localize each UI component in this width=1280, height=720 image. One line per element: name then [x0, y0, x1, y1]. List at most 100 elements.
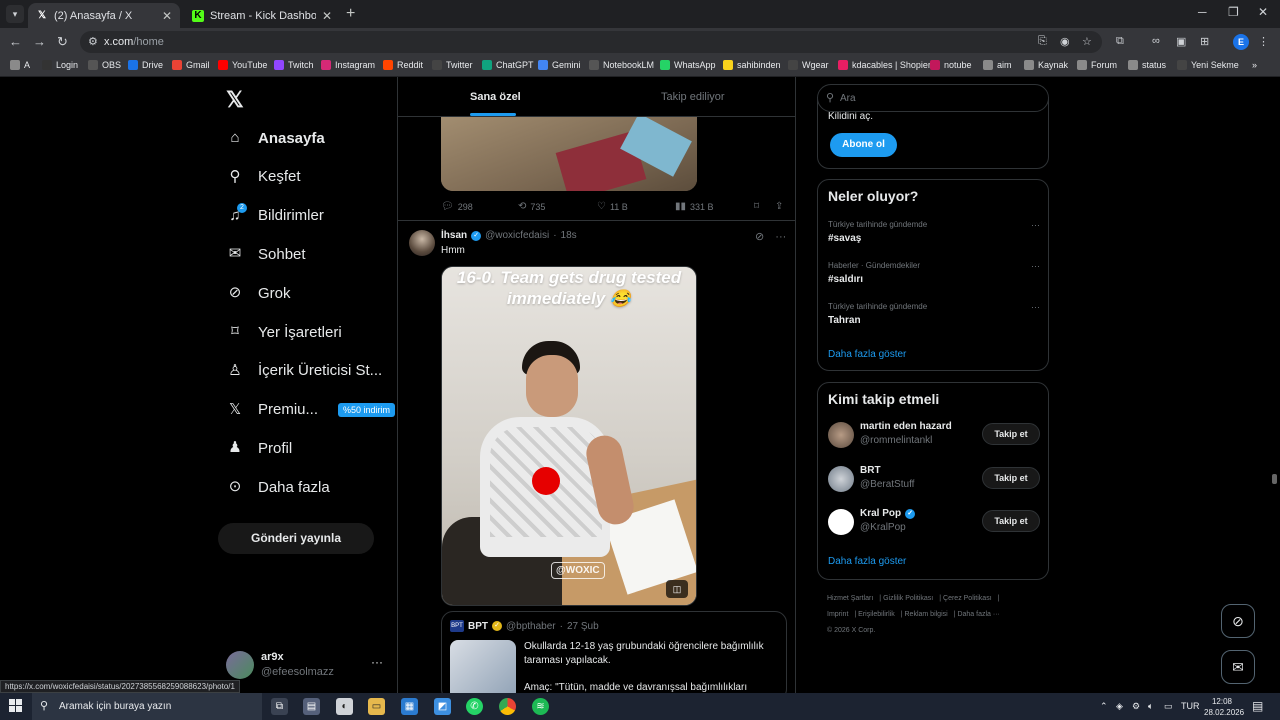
follow-suggestion[interactable]: Kral Pop ✓ @KralPop Takip et [828, 508, 1040, 538]
nav-item-10[interactable]: ⊙ Daha fazla [226, 475, 330, 499]
tray-app-icon[interactable]: ⚙ [1132, 701, 1140, 712]
extensions-icon[interactable]: ⧉ [1116, 35, 1124, 48]
chrome-icon[interactable] [499, 698, 516, 715]
tweet-author-handle[interactable]: @woxicfedaisi [485, 230, 549, 241]
notifications-icon[interactable]: ▤ [1252, 699, 1263, 713]
taskbar-search[interactable]: ⚲ Aramak için buraya yazın [32, 693, 262, 720]
views-button[interactable]: ▮▮ 331 B [675, 201, 714, 212]
post-button[interactable]: Gönderi yayınla [218, 523, 374, 554]
bookmark-item[interactable]: Gmail [172, 60, 210, 70]
follow-button[interactable]: Takip et [982, 466, 1040, 489]
app-icon[interactable]: ▤ [303, 698, 320, 715]
nav-item-2[interactable]: ⚲ Keşfet [226, 165, 301, 189]
tweet-author-name[interactable]: İhsan [441, 230, 467, 241]
footer-link[interactable]: Reklam bilgisi [905, 611, 948, 618]
bookmark-item[interactable]: WhatsApp [660, 60, 716, 70]
tab-for-you[interactable]: Sana özel [470, 91, 521, 103]
bookmark-item[interactable]: Drive [128, 60, 163, 70]
bookmark-item[interactable]: Gemini [538, 60, 581, 70]
spotify-icon[interactable]: ≋ [532, 698, 549, 715]
nav-item-5[interactable]: ⊘ Grok [226, 281, 291, 305]
nav-item-1[interactable]: ⌂ Anasayfa [226, 126, 324, 150]
share-button[interactable]: ⇪ [775, 201, 783, 212]
bookmark-item[interactable]: Yeni Sekme [1177, 60, 1239, 70]
bookmark-item[interactable]: notube [930, 60, 972, 70]
bookmark-item[interactable]: aim [983, 60, 1012, 70]
account-switcher[interactable]: ar9x @efeesolmazz ··· [226, 649, 386, 679]
x-logo-icon[interactable]: 𝕏 [226, 87, 244, 113]
close-window-icon[interactable]: ✕ [1258, 5, 1268, 19]
language-indicator[interactable]: TUR [1181, 701, 1200, 711]
bookmarks-overflow-icon[interactable]: » [1252, 60, 1257, 70]
tray-chevron-icon[interactable]: ⌃ [1100, 701, 1108, 712]
app-icon[interactable]: ◩ [434, 698, 451, 715]
bookmark-item[interactable]: OBS [88, 60, 121, 70]
follow-button[interactable]: Takip et [982, 510, 1040, 532]
bookmark-item[interactable]: kdacables | Shopier [838, 60, 931, 70]
tweet-time[interactable]: 18s [561, 230, 577, 241]
bookmark-item[interactable]: Twitch [274, 60, 314, 70]
repost-button[interactable]: ⟲ 735 [518, 201, 545, 212]
follow-button[interactable]: Takip et [982, 423, 1040, 445]
tracking-icon[interactable]: ◉ [1060, 35, 1070, 48]
nav-item-3[interactable]: ♫ 2 Bildirimler [226, 202, 324, 228]
link-icon[interactable]: ∞ [1152, 35, 1160, 47]
nav-item-8[interactable]: 𝕏 Premiu... %50 indirim [226, 398, 396, 422]
restore-icon[interactable]: ❐ [1228, 5, 1239, 19]
more-icon[interactable]: ··· [1031, 220, 1040, 230]
footer-link[interactable]: Imprint [827, 611, 848, 618]
minimize-icon[interactable]: ─ [1198, 5, 1207, 19]
page-scrollbar[interactable] [1272, 474, 1277, 484]
footer-link[interactable]: Erişilebilirlik [858, 611, 895, 618]
footer-link[interactable]: Daha fazla ··· [957, 611, 999, 618]
bookmark-item[interactable]: Kaynak [1024, 60, 1068, 70]
bookmark-item[interactable]: status [1128, 60, 1166, 70]
footer-link[interactable]: Hizmet Şartları [827, 595, 873, 602]
more-icon[interactable]: ··· [775, 231, 786, 243]
avatar[interactable] [409, 230, 435, 256]
footer-link[interactable]: Gizlilik Politikası [883, 595, 933, 602]
grok-icon[interactable]: ⊘ [755, 231, 764, 243]
more-icon[interactable]: ··· [371, 655, 383, 669]
menu-icon[interactable]: ⋮ [1258, 35, 1269, 48]
tab-kick-dashboard[interactable]: K Stream - Kick Dashboard ✕ [184, 3, 340, 28]
bookmark-item[interactable]: Reddit [383, 60, 423, 70]
nav-item-4[interactable]: ✉ Sohbet [226, 242, 306, 266]
more-icon[interactable]: ··· [1031, 302, 1040, 312]
tweet-photo[interactable]: 16-0. Team gets drug tested immediately … [441, 266, 697, 606]
nav-item-9[interactable]: ♟ Profil [226, 436, 292, 460]
new-tab-button[interactable]: + [346, 5, 355, 23]
tab-x-home[interactable]: 𝕏 (2) Anasayfa / X ✕ [28, 3, 180, 28]
footer-link[interactable]: Çerez Politikası [943, 595, 992, 602]
network-icon[interactable]: ▭ [1164, 701, 1173, 712]
more-icon[interactable]: ··· [1031, 261, 1040, 271]
sidepanel-icon[interactable]: ▣ [1176, 35, 1186, 48]
star-icon[interactable]: ☆ [1082, 35, 1092, 48]
trend-item[interactable]: Türkiye tarihinde gündemde #savaş ··· [828, 220, 1040, 254]
quoted-tweet[interactable]: BPT BPT ✓ @bpthaber · 27 Şub Okullarda 1… [441, 611, 787, 693]
show-more-follow-link[interactable]: Daha fazla göster [828, 556, 906, 567]
search-input[interactable]: ⚲ Ara [817, 84, 1049, 112]
tab-following[interactable]: Takip ediliyor [661, 91, 725, 103]
close-tab-icon[interactable]: ✕ [162, 9, 172, 23]
clock[interactable]: 12:08 28.02.2026 [1204, 696, 1244, 718]
tab-search-button[interactable]: ▾ [6, 5, 24, 23]
task-view-icon[interactable]: ⧉ [271, 698, 288, 715]
nav-item-7[interactable]: ♙ İçerik Üreticisi St... [226, 359, 382, 383]
install-icon[interactable]: ⎘ [1038, 35, 1047, 48]
reply-button[interactable]: 💬︎ 298 [441, 201, 473, 212]
apps-icon[interactable]: ⊞ [1200, 35, 1209, 48]
file-explorer-icon[interactable]: ▭ [368, 698, 385, 715]
volume-icon[interactable]: 🔈︎ [1148, 701, 1153, 712]
windows-start-icon[interactable] [9, 699, 23, 713]
subscribe-button[interactable]: Abone ol [830, 133, 897, 157]
bookmark-item[interactable]: Forum [1077, 60, 1117, 70]
bookmark-item[interactable]: sahibinden [723, 60, 781, 70]
bookmark-item[interactable]: YouTube [218, 60, 267, 70]
follow-suggestion[interactable]: martin eden hazard @rommelintankl Takip et [828, 421, 1040, 451]
address-bar[interactable]: ⚙ x.com/home ⎘ ◉ ☆ [80, 31, 1102, 53]
show-more-trends-link[interactable]: Daha fazla göster [828, 349, 906, 360]
grok-image-icon[interactable]: ◫ [666, 580, 688, 598]
messages-fab-icon[interactable]: ✉ [1221, 650, 1255, 684]
previous-tweet-image[interactable] [441, 117, 697, 191]
